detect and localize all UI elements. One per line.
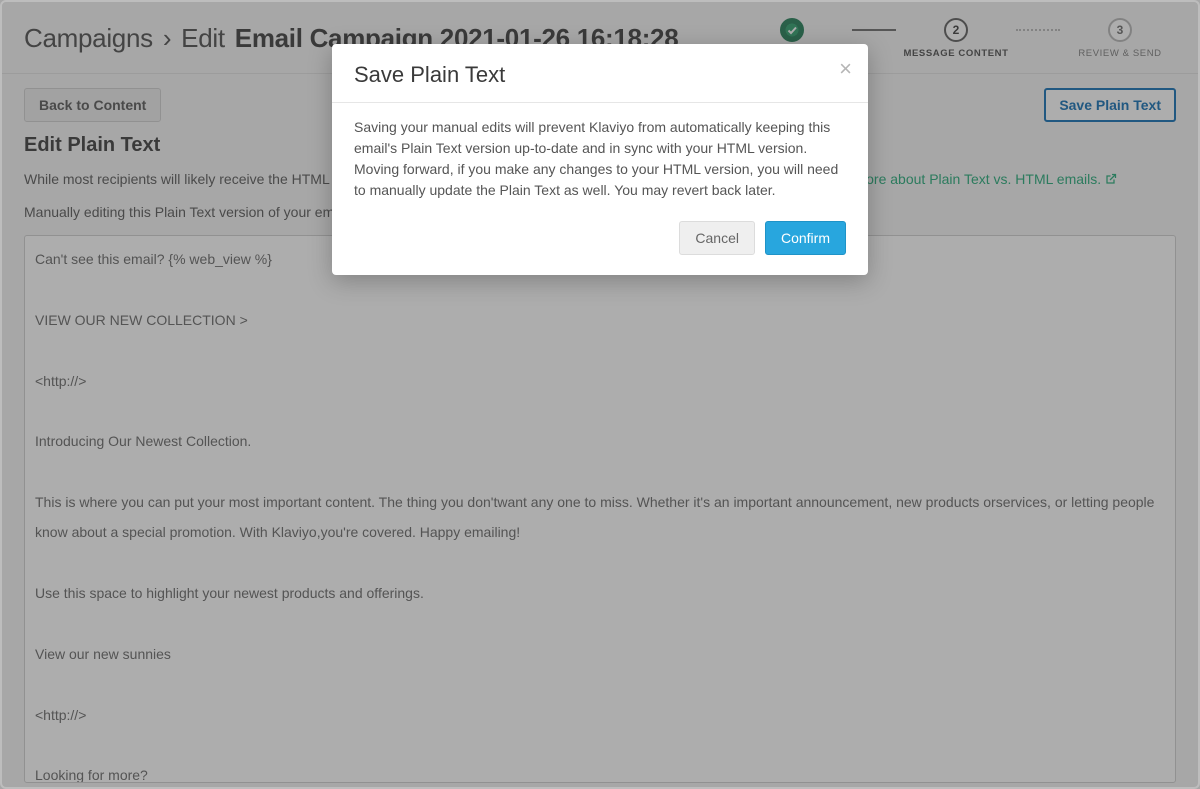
confirm-button[interactable]: Confirm bbox=[765, 221, 846, 255]
modal-footer: Cancel Confirm bbox=[332, 207, 868, 275]
cancel-button[interactable]: Cancel bbox=[679, 221, 755, 255]
modal-body: Saving your manual edits will prevent Kl… bbox=[332, 103, 868, 207]
modal-overlay[interactable]: Save Plain Text × Saving your manual edi… bbox=[0, 0, 1200, 789]
save-plain-text-modal: Save Plain Text × Saving your manual edi… bbox=[332, 44, 868, 275]
modal-title: Save Plain Text bbox=[354, 62, 846, 88]
close-icon[interactable]: × bbox=[839, 58, 852, 80]
modal-header: Save Plain Text × bbox=[332, 44, 868, 103]
